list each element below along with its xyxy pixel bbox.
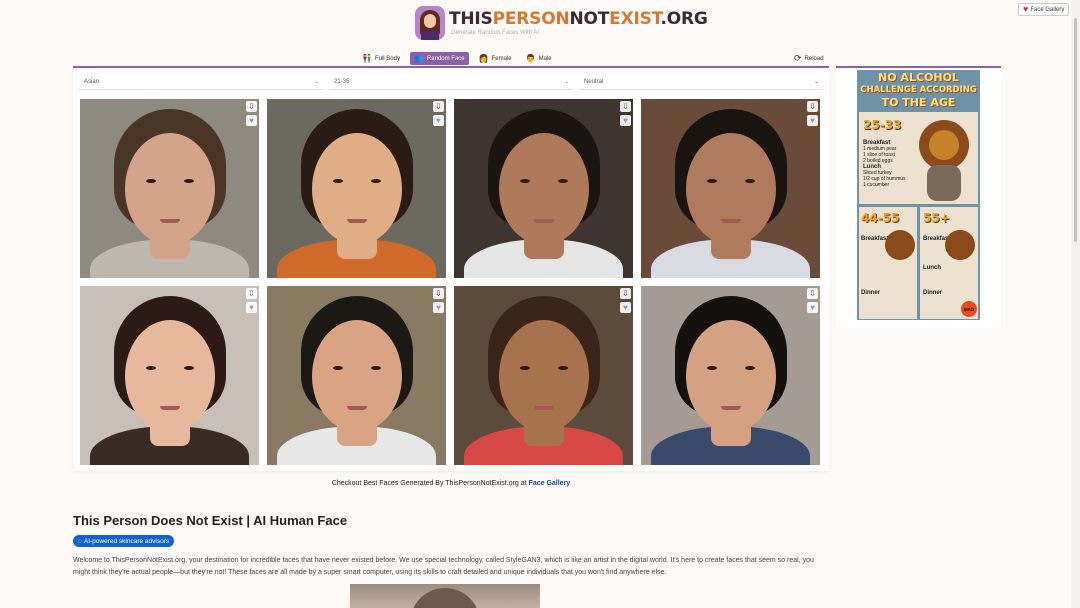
download-icon[interactable]: ⇩ xyxy=(807,101,818,112)
ad-subheadline: CHALLENGE ACCORDING xyxy=(860,85,977,95)
favorite-heart-icon[interactable]: ♥ xyxy=(620,115,631,126)
male-icon: 👨 xyxy=(525,53,536,63)
tab-female[interactable]: 👩 Female xyxy=(475,52,516,65)
category-tabs: 👫 Full Body 👥 Random Face 👩 Female 👨 Mal… xyxy=(358,52,556,65)
scrollbar-thumb[interactable] xyxy=(1074,18,1077,242)
article-image xyxy=(350,584,540,608)
favorite-heart-icon[interactable]: ♥ xyxy=(620,302,631,313)
favorite-heart-icon[interactable]: ♥ xyxy=(246,302,257,313)
full-body-icon: 👫 xyxy=(362,53,372,63)
chevron-down-icon: ⌄ xyxy=(813,79,819,85)
checkout-line: Checkout Best Faces Generated By ThisPer… xyxy=(331,480,571,487)
logo-avatar-icon xyxy=(415,6,445,40)
ad-image: NO ALCOHOL CHALLENGE ACCORDING TO THE AG… xyxy=(857,70,980,320)
reload-button[interactable]: ⟳ Reload xyxy=(794,52,824,65)
face-gallery-button[interactable]: ♥ Face Gallery xyxy=(1018,3,1070,16)
ai-skincare-badge[interactable]: ◌ AI-powered skincare advisors xyxy=(73,535,175,547)
face-card[interactable]: ⇩ ♥ xyxy=(80,286,259,465)
page-scrollbar[interactable] xyxy=(1071,0,1080,608)
face-generator-panel: Asian ⌄ 21-35 ⌄ Neutral ⌄ ⇩ ♥ ⇩ ♥ ⇩ ♥ ⇩ ♥ ⇩ ♥ ⇩ ♥ ⇩ ♥… xyxy=(73,66,829,471)
download-icon[interactable]: ⇩ xyxy=(433,288,444,299)
favorite-heart-icon[interactable]: ♥ xyxy=(807,115,818,126)
face-card[interactable]: ⇩ ♥ xyxy=(267,286,446,465)
face-card[interactable]: ⇩ ♥ xyxy=(454,286,633,465)
article-heading: This Person Does Not Exist | AI Human Fa… xyxy=(73,513,348,528)
ad-headline: NO ALCOHOL xyxy=(878,71,959,84)
download-icon[interactable]: ⇩ xyxy=(246,101,257,112)
logo-tagline: Generate Random Faces With AI xyxy=(451,30,540,36)
face-grid: ⇩ ♥ ⇩ ♥ ⇩ ♥ ⇩ ♥ ⇩ ♥ ⇩ ♥ ⇩ ♥ ⇩ ♥ xyxy=(80,99,820,465)
download-icon[interactable]: ⇩ xyxy=(433,101,444,112)
reload-icon: ⟳ xyxy=(794,53,802,63)
face-card[interactable]: ⇩ ♥ xyxy=(267,99,446,278)
ad-subheadline-2: TO THE AGE xyxy=(881,96,956,109)
advertisement[interactable]: NO ALCOHOL CHALLENGE ACCORDING TO THE AG… xyxy=(836,66,1001,328)
heart-icon: ♥ xyxy=(1023,4,1029,14)
ad-age-2: 44-55 xyxy=(861,211,900,225)
favorite-heart-icon[interactable]: ♥ xyxy=(433,302,444,313)
article-paragraph: Welcome to ThisPersonNotExist.org, your … xyxy=(73,557,814,576)
page: ♥ Face Gallery THISPERSONNOTEXIST.ORG Ge… xyxy=(0,0,1080,608)
download-icon[interactable]: ⇩ xyxy=(620,101,631,112)
tab-random-face[interactable]: 👥 Random Face xyxy=(409,52,469,65)
download-icon[interactable]: ⇩ xyxy=(807,288,818,299)
face-card[interactable]: ⇩ ♥ xyxy=(80,99,259,278)
ethnicity-select[interactable]: Asian ⌄ xyxy=(79,76,323,90)
tab-male[interactable]: 👨 Male xyxy=(522,52,556,65)
download-icon[interactable]: ⇩ xyxy=(246,288,257,299)
chevron-down-icon: ⌄ xyxy=(563,79,569,85)
ad-brand-logo: MAD xyxy=(961,301,977,317)
tab-full-body[interactable]: 👫 Full Body xyxy=(358,52,404,65)
favorite-heart-icon[interactable]: ♥ xyxy=(807,302,818,313)
favorite-heart-icon[interactable]: ♥ xyxy=(246,115,257,126)
female-icon: 👩 xyxy=(478,53,489,63)
age-select[interactable]: 21-35 ⌄ xyxy=(329,76,573,90)
download-icon[interactable]: ⇩ xyxy=(620,288,631,299)
ad-text-1: Breakfast 1 medium pear 1 slice of toast … xyxy=(863,140,906,188)
face-card[interactable]: ⇩ ♥ xyxy=(454,99,633,278)
face-card[interactable]: ⇩ ♥ xyxy=(641,99,820,278)
chevron-down-icon: ⌄ xyxy=(313,79,319,85)
face-card[interactable]: ⇩ ♥ xyxy=(641,286,820,465)
logo-text: THISPERSONNOTEXIST.ORG xyxy=(449,9,708,29)
face-gallery-link[interactable]: Face Gallery xyxy=(529,480,571,487)
group-icon: 👥 xyxy=(413,53,424,63)
site-logo[interactable]: THISPERSONNOTEXIST.ORG Generate Random F… xyxy=(415,6,708,40)
emotion-select[interactable]: Neutral ⌄ xyxy=(579,76,823,90)
filter-bar: Asian ⌄ 21-35 ⌄ Neutral ⌄ xyxy=(79,76,823,90)
tag-icon: ◌ xyxy=(78,537,82,545)
ad-text-2: Breakfast xyxy=(861,236,889,242)
ad-age-3: 55+ xyxy=(923,211,950,225)
favorite-heart-icon[interactable]: ♥ xyxy=(433,115,444,126)
ad-age-1: 25-33 xyxy=(863,118,902,132)
face-gallery-label: Face Gallery xyxy=(1030,6,1065,13)
